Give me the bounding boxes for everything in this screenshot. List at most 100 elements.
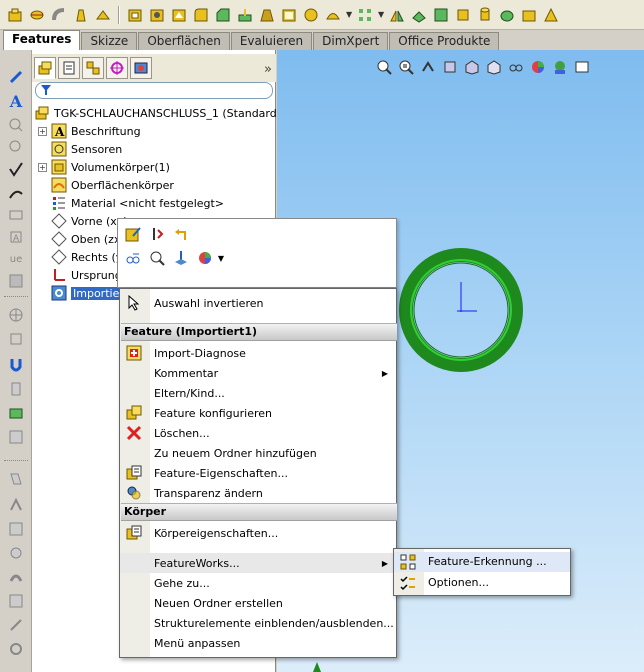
feature-tree-tab-icon[interactable]: [34, 57, 56, 79]
menu-item-neuen-ordner[interactable]: Neuen Ordner erstellen: [120, 593, 396, 613]
tab-oberflaechen[interactable]: Oberflächen: [138, 32, 230, 50]
smart-dimension-icon[interactable]: [7, 68, 25, 86]
menu-item-transparenz-aendern[interactable]: Transparenz ändern: [120, 483, 396, 503]
dome-icon[interactable]: [324, 6, 342, 24]
weldment-icon[interactable]: [7, 496, 25, 514]
menu-item-auswahl-invertieren[interactable]: Auswahl invertieren: [120, 293, 396, 313]
magnet-icon[interactable]: [7, 356, 25, 374]
expand-icon[interactable]: +: [38, 126, 47, 136]
sphere-icon[interactable]: [498, 6, 516, 24]
tree-item-volumenkoerper[interactable]: + Volumenkörper(1): [38, 158, 170, 176]
revolved-boss-icon[interactable]: [28, 6, 46, 24]
boundary-boss-icon[interactable]: [94, 6, 112, 24]
loft-icon[interactable]: [72, 6, 90, 24]
normal-to-icon[interactable]: [172, 249, 190, 267]
hide-show-icon[interactable]: [124, 249, 142, 267]
tab-office-produkte[interactable]: Office Produkte: [389, 32, 500, 50]
svg-text:A: A: [13, 234, 20, 244]
weld-symbol-icon[interactable]: [7, 184, 25, 202]
menu-item-feature-konfigurieren[interactable]: Feature konfigurieren: [120, 403, 396, 423]
pipe-icon[interactable]: [7, 640, 25, 658]
sweep-icon[interactable]: [50, 6, 68, 24]
tab-dimxpert[interactable]: DimXpert: [313, 32, 389, 50]
tree-item-oberflaechenkoerper[interactable]: Oberflächenkörper: [51, 176, 174, 194]
tree-item-sensoren[interactable]: Sensoren: [51, 140, 122, 158]
center-mark-icon[interactable]: [7, 306, 25, 324]
menu-item-zu-neuem-ordner[interactable]: Zu neuem Ordner hinzufügen: [120, 443, 396, 463]
dimxpert-manager-tab-icon[interactable]: [106, 57, 128, 79]
tree-item-beschriftung[interactable]: + A Beschriftung: [38, 122, 141, 140]
extruded-cut-icon[interactable]: [126, 6, 144, 24]
flex-icon[interactable]: [542, 6, 560, 24]
featureworks-submenu: Feature-Erkennung ... Optionen...: [393, 548, 571, 596]
cable-icon[interactable]: [7, 568, 25, 586]
menu-item-menue-anpassen[interactable]: Menü anpassen: [120, 633, 396, 653]
chevron-down-icon[interactable]: ▼: [378, 10, 384, 19]
feature-tree-filter-input[interactable]: [35, 82, 273, 99]
menu-item-strukturelemente[interactable]: Strukturelemente einblenden/ausblenden..…: [120, 613, 396, 633]
zoom-to-selection-icon[interactable]: [148, 249, 166, 267]
draft-icon[interactable]: [258, 6, 276, 24]
edit-feature-icon[interactable]: [124, 225, 142, 243]
menu-item-kommentar[interactable]: Kommentar ▶: [120, 363, 396, 383]
menu-item-eltern-kind[interactable]: Eltern/Kind...: [120, 383, 396, 403]
menu-item-feature-eigenschaften[interactable]: Feature-Eigenschaften...: [120, 463, 396, 483]
centerline-icon[interactable]: [7, 330, 25, 348]
chamfer-icon[interactable]: [214, 6, 232, 24]
rib-icon[interactable]: [236, 6, 254, 24]
datum-target-icon[interactable]: ue: [7, 250, 25, 268]
geometric-tolerance-icon[interactable]: [7, 206, 25, 224]
tree-item-material[interactable]: Material <nicht festgelegt>: [51, 194, 224, 212]
cylinder-icon[interactable]: [476, 6, 494, 24]
menu-item-loeschen[interactable]: Löschen...: [120, 423, 396, 443]
tab-features[interactable]: Features: [3, 30, 81, 50]
table-icon[interactable]: [7, 404, 25, 422]
menu-item-import-diagnose[interactable]: Import-Diagnose: [120, 343, 396, 363]
tree-item-oben[interactable]: Oben (zx): [51, 230, 125, 248]
instant3d-icon[interactable]: [454, 6, 472, 24]
auto-balloon-icon[interactable]: [7, 138, 25, 156]
menu-item-featureworks[interactable]: FeatureWorks... ▶: [120, 553, 396, 573]
tab-skizze[interactable]: Skizze: [81, 32, 138, 50]
fillet-icon[interactable]: [192, 6, 210, 24]
grid-icon[interactable]: [7, 592, 25, 610]
property-manager-tab-icon[interactable]: [58, 57, 80, 79]
hole-wizard-icon[interactable]: [148, 6, 166, 24]
freeform-icon[interactable]: [520, 6, 538, 24]
hatch-icon[interactable]: [7, 272, 25, 290]
mold-tools-icon[interactable]: [7, 520, 25, 538]
tab-evaluieren[interactable]: Evaluieren: [230, 32, 313, 50]
mirror-icon[interactable]: [388, 6, 406, 24]
curves-icon[interactable]: [432, 6, 450, 24]
sheet-metal-icon[interactable]: [7, 470, 25, 488]
menu-item-koerpereigenschaften[interactable]: Körpereigenschaften...: [120, 523, 396, 543]
extruded-boss-icon[interactable]: [6, 6, 24, 24]
expand-icon[interactable]: +: [38, 162, 47, 172]
more-tabs-chevron-icon[interactable]: »: [264, 62, 272, 77]
submenu-item-optionen[interactable]: Optionen...: [394, 573, 570, 593]
tree-item-ursprung[interactable]: Ursprung: [51, 266, 122, 284]
chevron-down-icon[interactable]: ▼: [346, 10, 352, 19]
feature-tree-root[interactable]: TGK-SCHLAUCHANSCHLUSS_1 (Standard<<S: [34, 104, 302, 122]
linear-pattern-icon[interactable]: [356, 6, 374, 24]
wrap-icon[interactable]: [302, 6, 320, 24]
revolved-cut-icon[interactable]: [170, 6, 188, 24]
revision-table-icon[interactable]: [7, 428, 25, 446]
configuration-manager-tab-icon[interactable]: [82, 57, 104, 79]
rollback-icon[interactable]: [148, 225, 166, 243]
menu-item-label: Neuen Ordner erstellen: [154, 596, 283, 610]
routing-icon[interactable]: [7, 544, 25, 562]
undo-arrow-icon[interactable]: [172, 225, 190, 243]
display-manager-tab-icon[interactable]: [130, 57, 152, 79]
shell-icon[interactable]: [280, 6, 298, 24]
note-icon[interactable]: A: [7, 92, 25, 111]
block-icon[interactable]: [7, 380, 25, 398]
menu-item-gehe-zu[interactable]: Gehe zu...: [120, 573, 396, 593]
datum-feature-icon[interactable]: A: [7, 228, 25, 246]
reference-geometry-icon[interactable]: [410, 6, 428, 24]
submenu-item-feature-erkennung[interactable]: Feature-Erkennung ...: [394, 552, 570, 572]
balloon-icon[interactable]: [7, 116, 25, 134]
line-icon[interactable]: [7, 616, 25, 634]
surface-finish-icon[interactable]: [7, 160, 25, 178]
chevron-down-icon[interactable]: ▼: [212, 249, 230, 267]
